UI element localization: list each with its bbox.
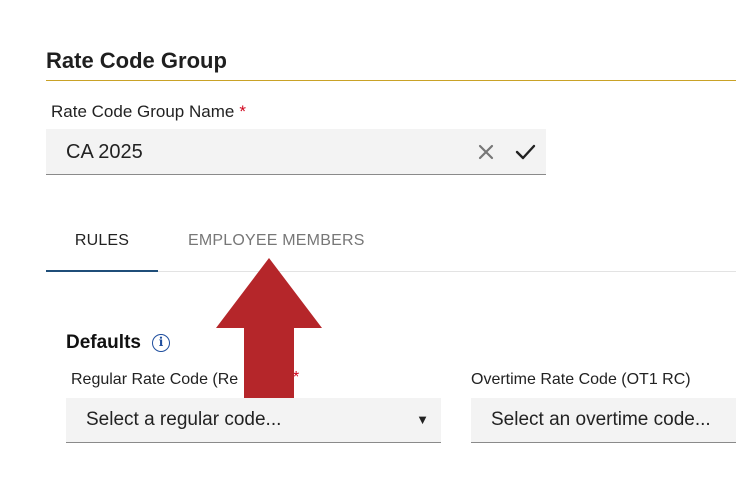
title-divider xyxy=(46,80,736,81)
tab-bar: RULES EMPLOYEE MEMBERS xyxy=(46,222,736,272)
overtime-rate-code-select[interactable]: Select an overtime code... xyxy=(471,398,736,443)
group-name-label: Rate Code Group Name * xyxy=(51,102,246,122)
section-title: Rate Code Group xyxy=(46,48,227,73)
info-icon[interactable]: i xyxy=(152,334,170,352)
check-icon[interactable] xyxy=(514,142,536,162)
chevron-down-icon: ▼ xyxy=(416,412,429,427)
tab-rules[interactable]: RULES xyxy=(46,222,158,272)
overtime-rate-code-placeholder: Select an overtime code... xyxy=(491,409,711,430)
group-name-value[interactable]: CA 2025 xyxy=(66,141,143,164)
defaults-heading: Defaults xyxy=(66,332,141,353)
regular-rate-code-label-text: Regular Rate Code (Re xyxy=(71,371,239,388)
regular-rate-code-select[interactable]: Select a regular code... ▼ xyxy=(66,398,441,443)
group-name-input[interactable]: CA 2025 xyxy=(46,129,546,175)
required-marker: * xyxy=(239,102,246,121)
overtime-rate-code-label: Overtime Rate Code (OT1 RC) xyxy=(471,371,691,388)
regular-rate-code-label: Regular Rate Code (Re * xyxy=(71,369,299,389)
group-name-label-text: Rate Code Group Name xyxy=(51,102,235,121)
red-up-arrow-icon xyxy=(216,258,322,398)
close-icon[interactable] xyxy=(476,142,496,162)
regular-rate-code-placeholder: Select a regular code... xyxy=(86,409,282,430)
